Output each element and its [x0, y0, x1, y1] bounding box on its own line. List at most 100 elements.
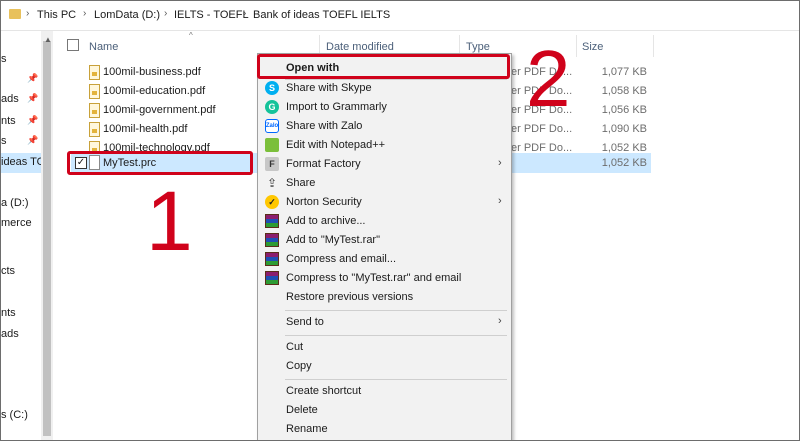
- nav-item[interactable]: s: [1, 53, 7, 65]
- nav-item-bank-of-ideas[interactable]: ideas TO: [1, 156, 45, 168]
- share-icon: ⇪: [266, 176, 278, 190]
- menu-item-send-to[interactable]: Send to ›: [258, 313, 511, 332]
- pin-icon: 📌: [27, 115, 39, 125]
- menu-item-label: Share: [286, 177, 316, 189]
- menu-item-label: Import to Grammarly: [286, 101, 387, 113]
- chevron-right-icon: ›: [83, 8, 87, 19]
- pin-icon: 📌: [27, 73, 39, 83]
- scroll-up-icon[interactable]: ▲: [44, 35, 52, 44]
- nav-item[interactable]: ads: [1, 328, 19, 340]
- pdf-file-icon: [89, 84, 100, 99]
- breadcrumb-lomdata[interactable]: LomData (D:): [94, 9, 160, 21]
- menu-item-label: Add to "MyTest.rar": [286, 234, 381, 246]
- column-divider[interactable]: [576, 35, 577, 57]
- sort-ascending-icon: ^: [189, 31, 193, 40]
- breadcrumb-this-pc[interactable]: This PC: [37, 9, 76, 21]
- menu-item-share[interactable]: ⇪ Share: [258, 174, 511, 193]
- address-bar[interactable]: › This PC › LomData (D:) › IELTS - TOEFL…: [1, 1, 799, 31]
- grammarly-icon: G: [265, 100, 279, 114]
- file-name: 100mil-business.pdf: [103, 66, 201, 78]
- chevron-right-icon: ›: [26, 8, 30, 19]
- chevron-right-icon: ›: [243, 8, 247, 19]
- file-size: 1,077 KB: [601, 66, 647, 78]
- menu-item-edit-with-notepad[interactable]: Edit with Notepad++: [258, 136, 511, 155]
- norton-icon: ✓: [265, 195, 279, 209]
- nav-item[interactable]: nts: [1, 307, 16, 319]
- file-name: 100mil-government.pdf: [103, 104, 216, 116]
- nav-item[interactable]: ads: [1, 93, 19, 105]
- menu-item-label: Norton Security: [286, 196, 362, 208]
- menu-item-label: Create shortcut: [286, 385, 362, 397]
- menu-item-rename[interactable]: Rename: [258, 420, 511, 439]
- menu-item-label: Delete: [286, 404, 318, 416]
- menu-item-import-to-grammarly[interactable]: G Import to Grammarly: [258, 98, 511, 117]
- menu-item-add-to-archive[interactable]: Add to archive...: [258, 212, 511, 231]
- menu-item-delete[interactable]: Delete: [258, 401, 511, 420]
- select-all-checkbox[interactable]: [67, 39, 79, 51]
- step-1-highlight-box: [67, 151, 253, 175]
- winrar-icon: [265, 233, 279, 247]
- menu-item-compress-to-mytest-rar-and-email[interactable]: Compress to "MyTest.rar" and email: [258, 269, 511, 288]
- menu-item-share-with-skype[interactable]: S Share with Skype: [258, 79, 511, 98]
- nav-item[interactable]: s: [1, 135, 7, 147]
- chevron-right-icon: ›: [498, 157, 502, 169]
- column-header-size[interactable]: Size: [582, 41, 603, 63]
- menu-item-label: Compress and email...: [286, 253, 397, 265]
- menu-item-share-with-zalo[interactable]: Zalo Share with Zalo: [258, 117, 511, 136]
- menu-item-copy[interactable]: Copy: [258, 357, 511, 376]
- menu-item-format-factory[interactable]: F Format Factory ›: [258, 155, 511, 174]
- chevron-right-icon: ›: [498, 195, 502, 207]
- step-2-number: 2: [526, 34, 571, 123]
- menu-item-restore-previous-versions[interactable]: Restore previous versions: [258, 288, 511, 307]
- menu-separator: [285, 335, 507, 336]
- winrar-icon: [265, 252, 279, 266]
- file-size: 1,052 KB: [601, 157, 647, 169]
- breadcrumb-bank-of-ideas[interactable]: Bank of ideas TOEFL IELTS: [253, 9, 390, 21]
- file-explorer-window: › This PC › LomData (D:) › IELTS - TOEFL…: [0, 0, 800, 441]
- pin-icon: 📌: [27, 93, 39, 103]
- menu-item-label: Cut: [286, 341, 304, 353]
- nav-item[interactable]: nts: [1, 115, 16, 127]
- menu-item-cut[interactable]: Cut: [258, 338, 511, 357]
- column-divider[interactable]: [653, 35, 654, 57]
- menu-item-label: Share with Zalo: [286, 120, 363, 132]
- menu-item-compress-and-email[interactable]: Compress and email...: [258, 250, 511, 269]
- nav-item-drive-d[interactable]: a (D:): [1, 197, 29, 209]
- file-type: er PDF Do...: [511, 123, 573, 135]
- menu-item-label: Add to archive...: [286, 215, 366, 227]
- nav-item[interactable]: merce: [1, 217, 32, 229]
- chevron-right-icon: ›: [498, 315, 502, 327]
- menu-item-label: Compress to "MyTest.rar" and email: [286, 272, 462, 284]
- menu-item-label: Copy: [286, 360, 312, 372]
- menu-item-create-shortcut[interactable]: Create shortcut: [258, 382, 511, 401]
- menu-item-label: Share with Skype: [286, 82, 372, 94]
- format-factory-icon: F: [265, 157, 279, 171]
- file-size: 1,056 KB: [601, 104, 647, 116]
- zalo-icon: Zalo: [265, 119, 279, 133]
- notepad-plus-plus-icon: [265, 138, 279, 152]
- skype-icon: S: [265, 81, 279, 95]
- menu-item-add-to-mytest-rar[interactable]: Add to "MyTest.rar": [258, 231, 511, 250]
- step-1-number: 1: [146, 174, 193, 268]
- pdf-file-icon: [89, 65, 100, 80]
- chevron-right-icon: ›: [164, 8, 168, 19]
- menu-item-label: Rename: [286, 423, 328, 435]
- breadcrumb-ielts-toefl[interactable]: IELTS - TOEFL: [174, 9, 249, 21]
- nav-item-drive-c[interactable]: s (C:): [1, 409, 28, 421]
- menu-separator: [285, 310, 507, 311]
- step-2-highlight-box: [257, 54, 510, 79]
- file-size: 1,090 KB: [601, 123, 647, 135]
- pin-icon: 📌: [27, 135, 39, 145]
- menu-item-norton-security[interactable]: ✓ Norton Security ›: [258, 193, 511, 212]
- menu-item-label: Send to: [286, 316, 324, 328]
- nav-scrollbar-thumb[interactable]: [43, 41, 51, 436]
- column-header-name[interactable]: Name: [89, 41, 118, 63]
- pdf-file-icon: [89, 103, 100, 118]
- nav-item[interactable]: cts: [1, 265, 15, 277]
- menu-item-label: Format Factory: [286, 158, 361, 170]
- pdf-file-icon: [89, 122, 100, 137]
- menu-item-label: Edit with Notepad++: [286, 139, 386, 151]
- winrar-icon: [265, 214, 279, 228]
- menu-separator: [285, 379, 507, 380]
- file-size: 1,058 KB: [601, 85, 647, 97]
